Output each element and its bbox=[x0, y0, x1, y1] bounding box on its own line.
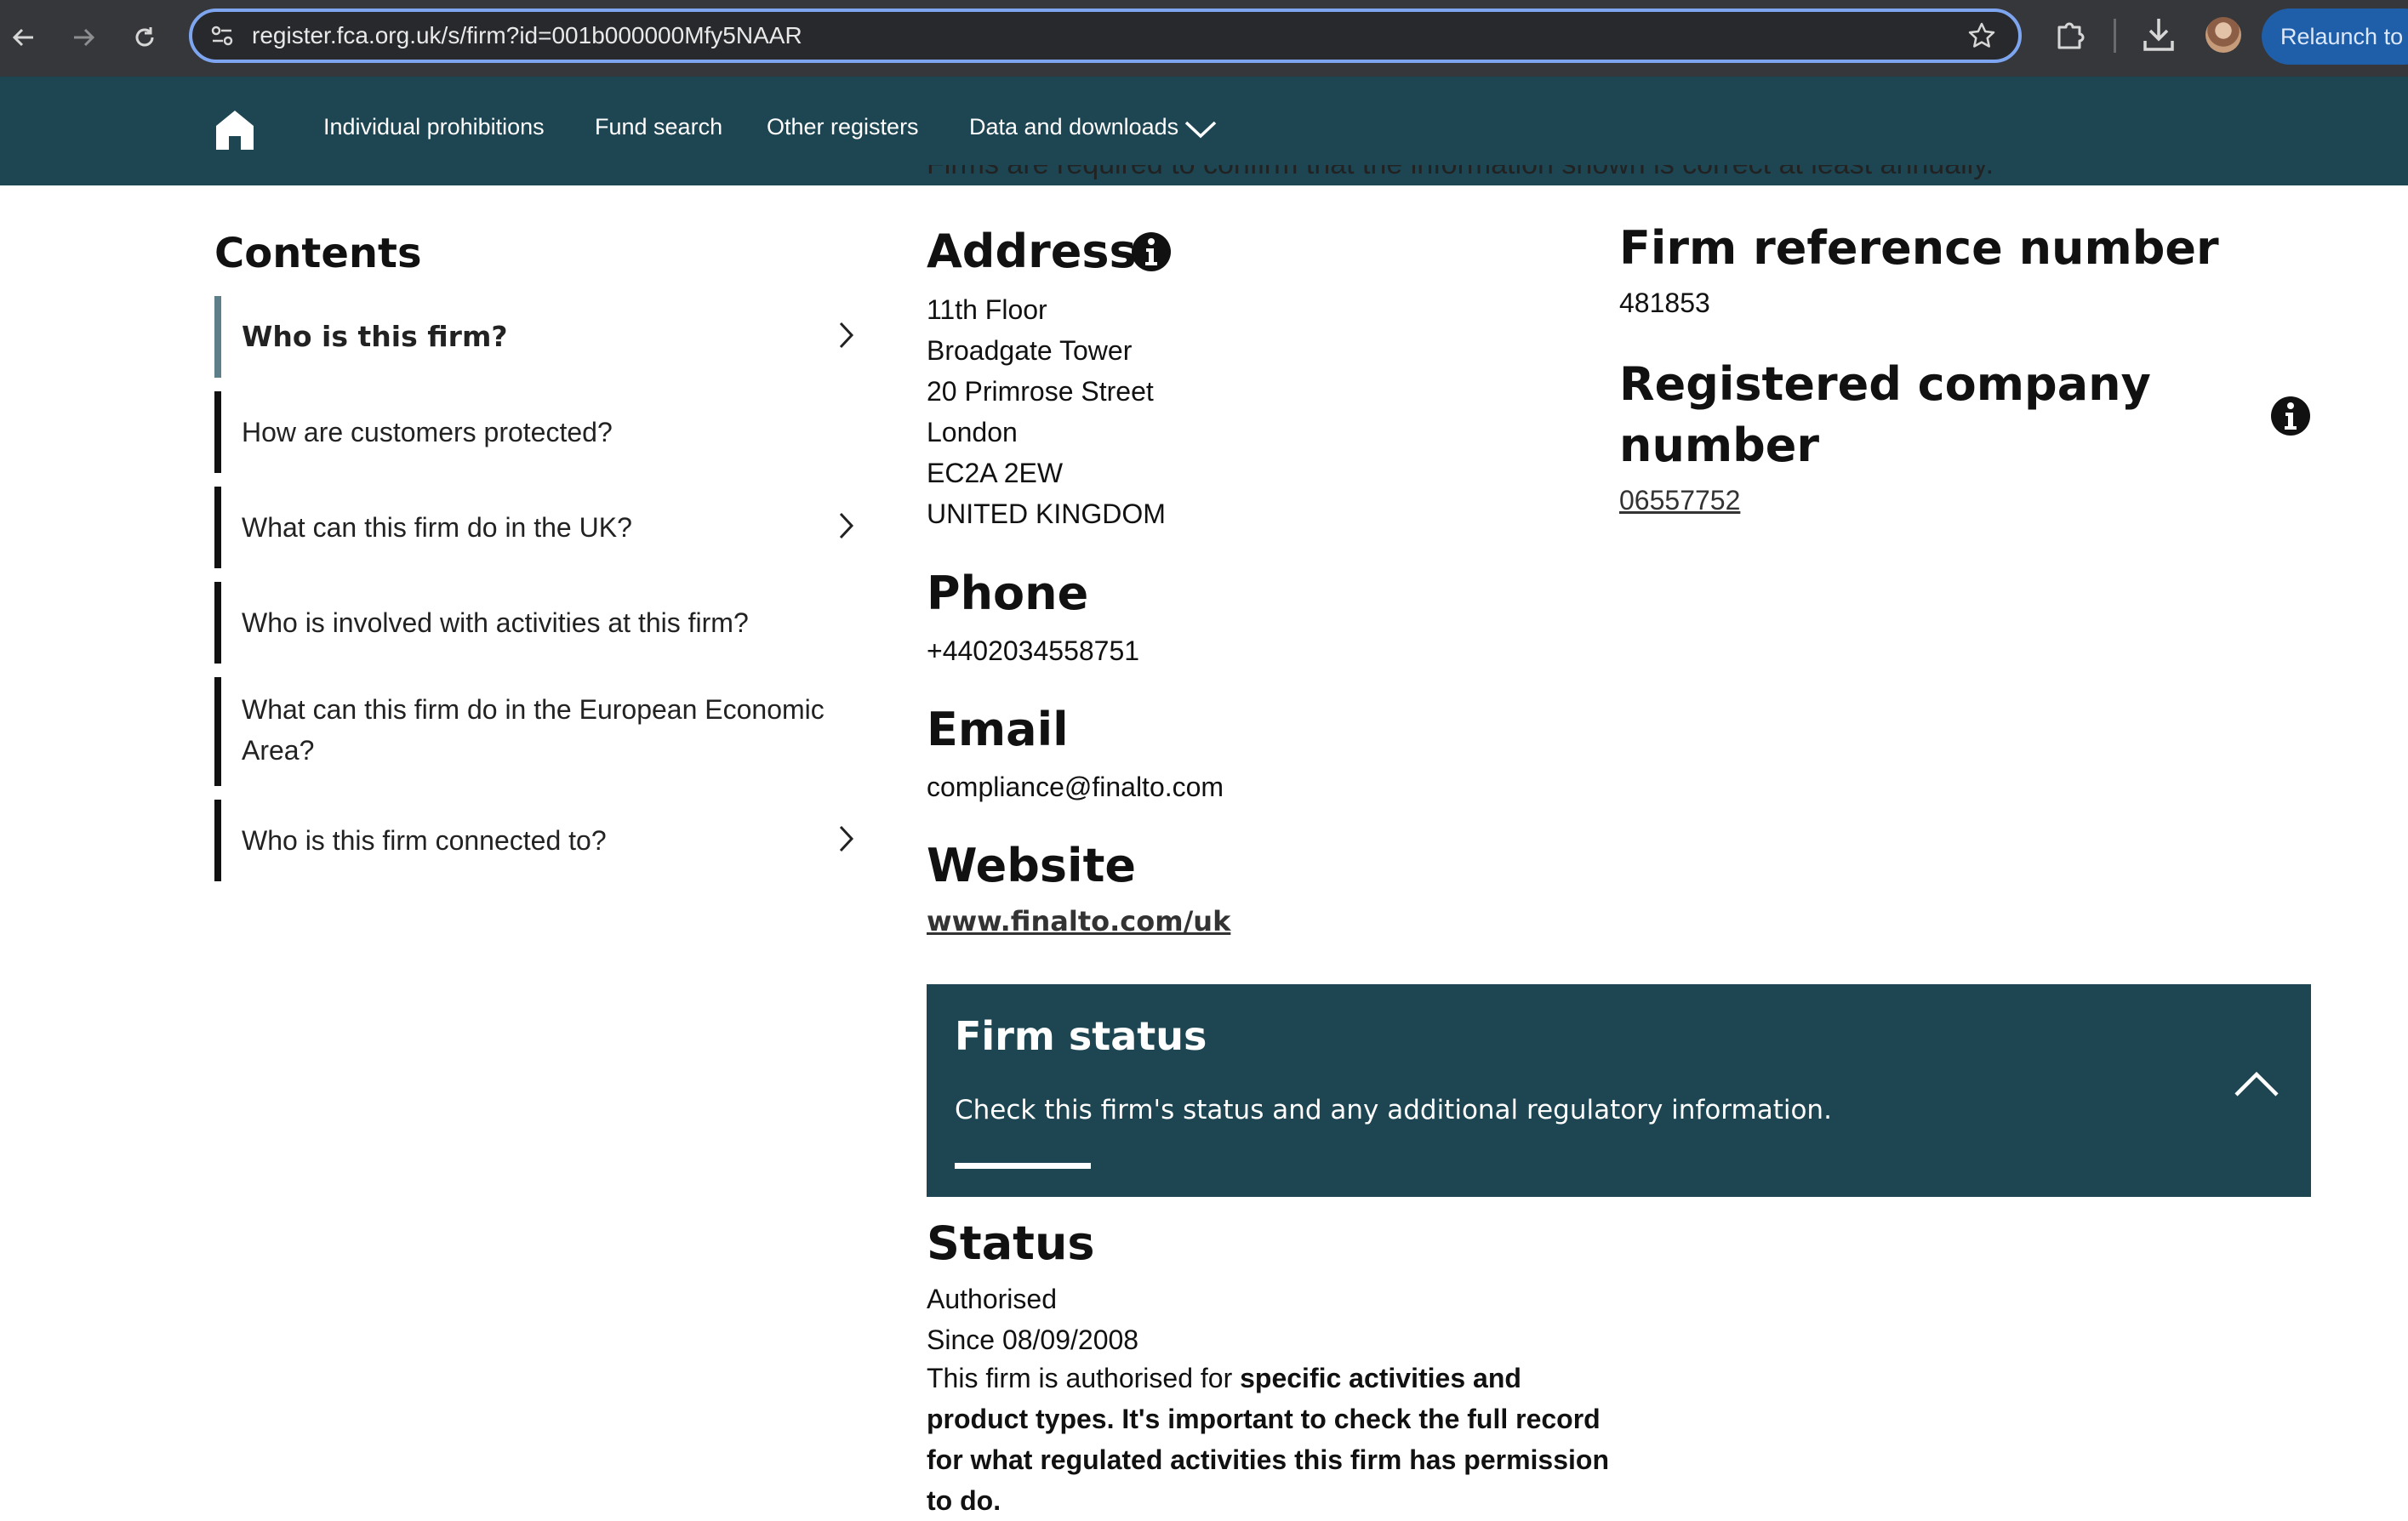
home-icon[interactable] bbox=[214, 109, 255, 156]
status-since: Since 08/09/2008 bbox=[927, 1324, 1139, 1355]
website-link[interactable]: www.finalto.com/uk bbox=[927, 905, 1230, 937]
nav-other-registers[interactable]: Other registers bbox=[767, 114, 919, 140]
info-icon[interactable] bbox=[2270, 396, 2311, 441]
company-number-heading-line2: number bbox=[1619, 419, 1820, 472]
toc-how-are-customers-protected[interactable]: How are customers protected? bbox=[214, 391, 861, 473]
nav-fund-search[interactable]: Fund search bbox=[595, 114, 722, 140]
chevron-up-icon[interactable] bbox=[2233, 1069, 2280, 1104]
nav-data-and-downloads[interactable]: Data and downloads bbox=[969, 114, 1178, 140]
toc-who-is-this-firm[interactable]: Who is this firm? bbox=[214, 296, 861, 378]
address-line-1: 11th Floor bbox=[927, 294, 1047, 325]
forward-icon[interactable] bbox=[61, 15, 106, 60]
chevron-right-icon bbox=[837, 320, 856, 362]
toc-label: Who is this firm? bbox=[242, 320, 508, 353]
address-line-5: EC2A 2EW bbox=[927, 458, 1064, 488]
email-value: compliance@finalto.com bbox=[927, 772, 1224, 802]
toc-label: Who is involved with activities at this … bbox=[242, 607, 749, 638]
frn-heading: Firm reference number bbox=[1619, 221, 2219, 275]
email-heading: Email bbox=[927, 703, 1069, 756]
intro-text-content: Firms are required to confirm that the i… bbox=[927, 165, 1994, 180]
toc-label: What can this firm do in the UK? bbox=[242, 512, 632, 543]
status-heading: Status bbox=[927, 1216, 1095, 1270]
bookmark-star-icon[interactable] bbox=[1967, 21, 1996, 50]
profile-avatar[interactable] bbox=[2205, 17, 2241, 53]
firm-status-subtitle: Check this firm's status and any additio… bbox=[955, 1095, 1832, 1125]
status-description-plain: This firm is authorised for bbox=[927, 1363, 1241, 1393]
back-icon[interactable] bbox=[2, 15, 46, 60]
toolbar-divider bbox=[2114, 19, 2116, 53]
site-settings-icon[interactable] bbox=[209, 23, 235, 48]
reload-icon[interactable] bbox=[123, 15, 167, 60]
intro-text: Firms are required to confirm that the i… bbox=[927, 165, 1994, 185]
toc-label: What can this firm do in the European Ec… bbox=[242, 694, 825, 766]
toc-who-is-this-firm-connected-to[interactable]: Who is this firm connected to? bbox=[214, 800, 861, 881]
website-heading: Website bbox=[927, 839, 1137, 892]
firm-status-panel[interactable]: Firm status Check this firm's status and… bbox=[927, 984, 2311, 1197]
phone-value: +4402034558751 bbox=[927, 635, 1140, 666]
address-line-2: Broadgate Tower bbox=[927, 335, 1133, 366]
address-line-4: London bbox=[927, 417, 1018, 447]
firm-status-underline bbox=[955, 1163, 1091, 1169]
address-bar[interactable]: register.fca.org.uk/s/firm?id=001b000000… bbox=[189, 9, 2022, 63]
company-number-heading: Registered company bbox=[1619, 357, 2151, 411]
address-line-6: UNITED KINGDOM bbox=[927, 498, 1166, 529]
chevron-down-icon[interactable] bbox=[1183, 117, 1218, 145]
relaunch-button[interactable]: Relaunch to bbox=[2262, 9, 2408, 65]
company-number-link[interactable]: 06557752 bbox=[1619, 480, 1740, 521]
info-icon[interactable] bbox=[1131, 231, 1172, 276]
status-description: This firm is authorised for specific act… bbox=[927, 1358, 1624, 1521]
contents-heading: Contents bbox=[214, 230, 422, 277]
firm-status-title: Firm status bbox=[955, 1013, 1207, 1059]
toc-who-is-involved[interactable]: Who is involved with activities at this … bbox=[214, 582, 861, 664]
browser-toolbar: register.fca.org.uk/s/firm?id=001b000000… bbox=[0, 0, 2408, 77]
toc-what-can-this-firm-do-uk[interactable]: What can this firm do in the UK? bbox=[214, 487, 861, 568]
address-heading: Address bbox=[927, 225, 1137, 278]
phone-heading: Phone bbox=[927, 567, 1089, 620]
toc-label: How are customers protected? bbox=[242, 417, 613, 447]
toc-label: Who is this firm connected to? bbox=[242, 825, 607, 856]
url-text: register.fca.org.uk/s/firm?id=001b000000… bbox=[252, 22, 802, 48]
download-icon[interactable] bbox=[2141, 15, 2177, 53]
chevron-right-icon bbox=[837, 823, 856, 865]
nav-individual-prohibitions[interactable]: Individual prohibitions bbox=[323, 114, 545, 140]
address-line-3: 20 Primrose Street bbox=[927, 376, 1154, 407]
toc-what-can-this-firm-do-eea[interactable]: What can this firm do in the European Ec… bbox=[214, 677, 861, 786]
status-value: Authorised bbox=[927, 1284, 1057, 1314]
extensions-icon[interactable] bbox=[2052, 17, 2086, 51]
frn-value: 481853 bbox=[1619, 288, 1710, 318]
chevron-right-icon bbox=[837, 510, 856, 552]
